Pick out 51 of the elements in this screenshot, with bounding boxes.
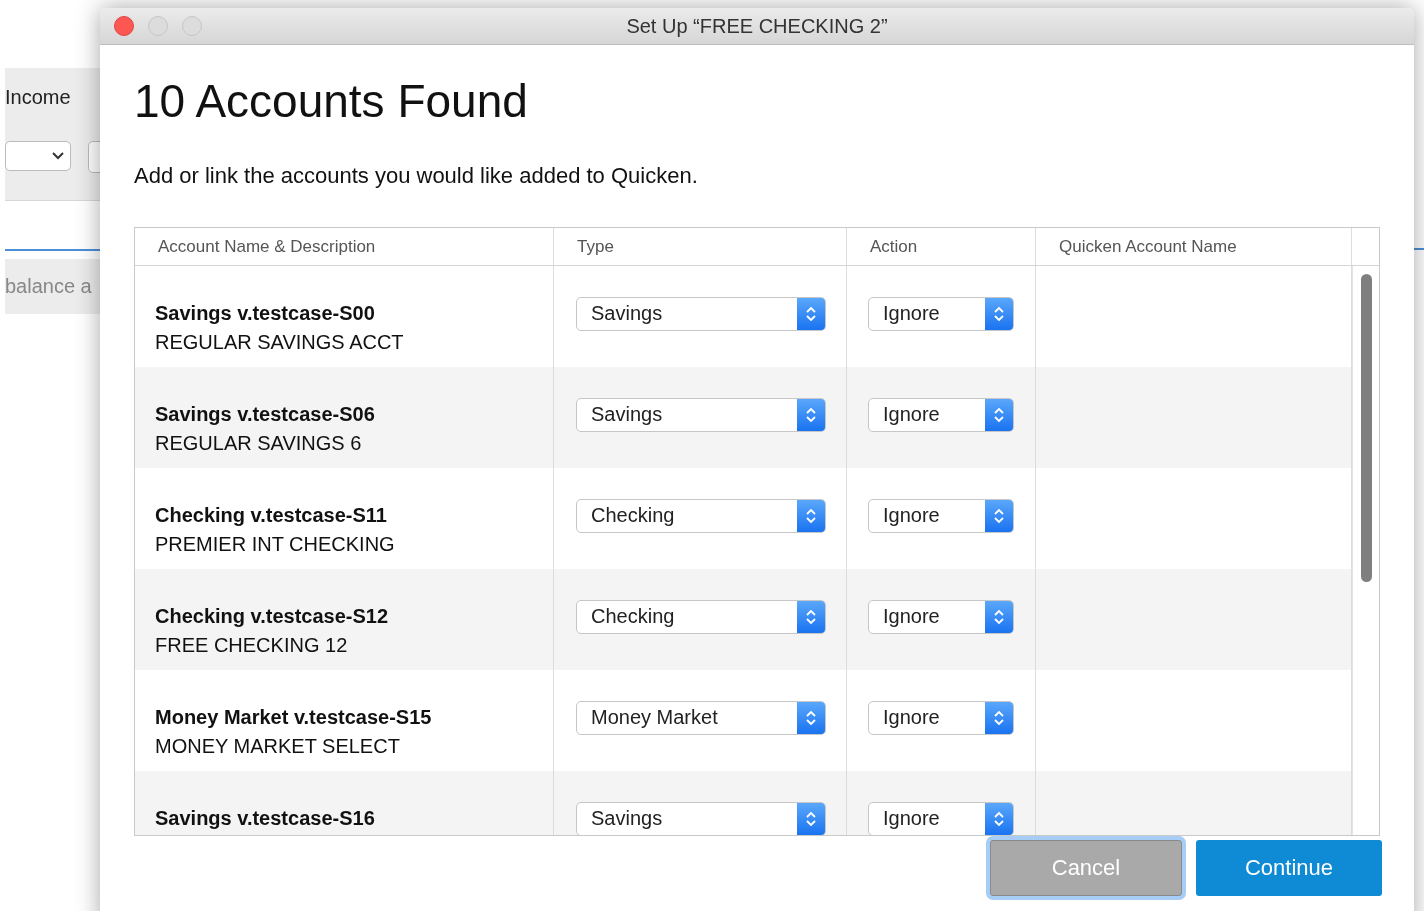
instruction-text: Add or link the accounts you would like added to Quicken. [134, 163, 698, 189]
zoom-icon[interactable] [182, 16, 202, 36]
up-down-arrows-icon [993, 809, 1005, 828]
tab-label[interactable]: Income [5, 86, 71, 109]
up-down-arrows-icon [805, 809, 817, 828]
window-title: Set Up “FREE CHECKING 2” [626, 14, 888, 38]
scrollbar-thumb[interactable] [1360, 274, 1372, 582]
account-name: Money Market v.testcase-S15 [155, 705, 432, 730]
up-down-arrows-icon [993, 708, 1005, 727]
account-name: Checking v.testcase-S11 [155, 503, 387, 528]
column-header[interactable]: Quicken Account Name [1059, 236, 1237, 257]
up-down-arrows-icon [805, 304, 817, 323]
action-dropdown[interactable]: Ignore [868, 599, 1014, 634]
action-dropdown[interactable]: Ignore [868, 700, 1014, 735]
balance-label: balance a [5, 275, 92, 298]
action-dropdown[interactable]: Ignore [868, 498, 1014, 533]
account-name: Savings v.testcase-S16 [155, 806, 375, 831]
dialog-heading: 10 Accounts Found [134, 75, 528, 127]
type-dropdown[interactable]: Money Market [576, 700, 826, 735]
continue-button[interactable]: Continue [1196, 840, 1382, 896]
up-down-arrows-icon [993, 607, 1005, 626]
minimize-icon[interactable] [148, 16, 168, 36]
up-down-arrows-icon [993, 506, 1005, 525]
up-down-arrows-icon [993, 304, 1005, 323]
account-description: MONEY MARKET SELECT [155, 734, 400, 759]
type-dropdown[interactable]: Savings [576, 296, 826, 331]
account-description: REGULAR SAVINGS 6 [155, 431, 362, 456]
column-header[interactable]: Account Name & Description [158, 236, 376, 257]
up-down-arrows-icon [805, 506, 817, 525]
up-down-arrows-icon [993, 405, 1005, 424]
up-down-arrows-icon [805, 708, 817, 727]
account-name: Savings v.testcase-S06 [155, 402, 375, 427]
account-name: Savings v.testcase-S00 [155, 301, 375, 326]
account-description: PREMIER INT CHECKING [155, 532, 395, 557]
type-dropdown[interactable]: Savings [576, 397, 826, 432]
type-dropdown[interactable]: Savings [576, 801, 826, 835]
column-header[interactable]: Type [577, 236, 614, 257]
type-dropdown[interactable]: Checking [576, 498, 826, 533]
column-header[interactable]: Action [870, 236, 918, 257]
action-dropdown[interactable]: Ignore [868, 397, 1014, 432]
dropdown[interactable] [5, 141, 71, 171]
action-dropdown[interactable]: Ignore [868, 296, 1014, 331]
account-name: Checking v.testcase-S12 [155, 604, 389, 629]
account-description: REGULAR SAVINGS ACCT [155, 330, 404, 355]
close-icon[interactable] [114, 16, 134, 36]
action-dropdown[interactable]: Ignore [868, 801, 1014, 835]
account-description: FREE CHECKING 12 [155, 633, 348, 658]
up-down-arrows-icon [805, 607, 817, 626]
chevron-down-icon [52, 152, 64, 160]
up-down-arrows-icon [805, 405, 817, 424]
type-dropdown[interactable]: Checking [576, 599, 826, 634]
